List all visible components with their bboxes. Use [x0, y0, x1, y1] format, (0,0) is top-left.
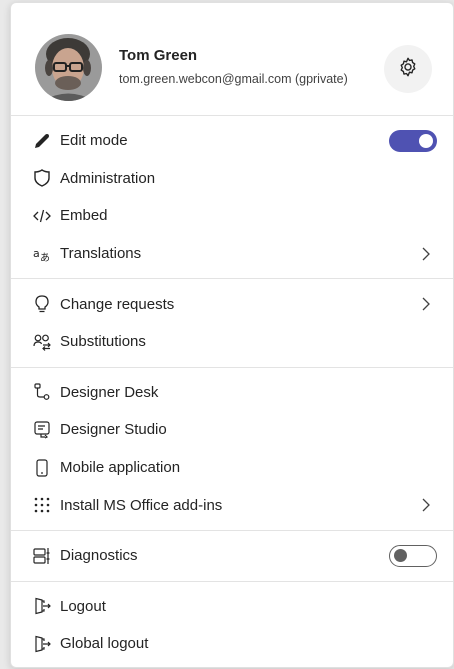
- logout-icon: [33, 597, 51, 615]
- gear-icon: [397, 56, 419, 83]
- edit-section: Edit mode Administration Embed aあ Transl…: [11, 116, 453, 278]
- apps-grid-icon: [33, 496, 51, 514]
- avatar: [35, 34, 102, 101]
- menu-item-substitutions[interactable]: Substitutions: [11, 323, 453, 361]
- chevron-right-icon: [421, 296, 431, 312]
- menu-item-label: Designer Desk: [60, 383, 159, 401]
- diagnostics-icon: [33, 547, 51, 565]
- menu-item-edit-mode[interactable]: Edit mode: [11, 122, 453, 160]
- shield-icon: [33, 169, 51, 188]
- menu-item-label: Designer Studio: [60, 421, 167, 439]
- diagnostics-toggle[interactable]: [389, 544, 437, 567]
- diagnostics-section: Diagnostics: [11, 531, 453, 581]
- studio-icon: [33, 421, 51, 439]
- chevron-right-icon: [421, 246, 431, 262]
- code-icon: [33, 207, 51, 225]
- menu-item-label: Edit mode: [60, 132, 128, 150]
- menu-item-label: Global logout: [60, 635, 149, 653]
- menu-item-translations[interactable]: aあ Translations: [11, 235, 453, 273]
- menu-item-label: Substitutions: [60, 333, 146, 351]
- menu-item-label: Embed: [60, 207, 108, 225]
- settings-button[interactable]: [384, 45, 432, 93]
- requests-section: Change requests Substitutions: [11, 279, 453, 366]
- menu-item-label: Change requests: [60, 295, 175, 313]
- apps-section: Designer Desk Designer Studio Mobile app…: [11, 368, 453, 530]
- menu-item-designer-studio[interactable]: Designer Studio: [11, 411, 453, 449]
- phone-icon: [33, 458, 51, 477]
- chevron-right-icon: [421, 497, 431, 513]
- user-menu: Tom Green tom.green.webcon@gmail.com (gp…: [10, 2, 454, 668]
- logout-section: Logout Global logout: [11, 582, 453, 669]
- flow-icon: [33, 383, 51, 401]
- edit-mode-toggle[interactable]: [389, 129, 437, 152]
- profile-header: Tom Green tom.green.webcon@gmail.com (gp…: [11, 3, 453, 115]
- menu-item-embed[interactable]: Embed: [11, 197, 453, 235]
- menu-item-diagnostics[interactable]: Diagnostics: [11, 537, 453, 575]
- menu-item-install-office-addins[interactable]: Install MS Office add-ins: [11, 486, 453, 524]
- menu-item-label: Logout: [60, 597, 106, 615]
- menu-item-administration[interactable]: Administration: [11, 160, 453, 198]
- menu-item-label: Translations: [60, 245, 142, 263]
- menu-item-label: Diagnostics: [60, 547, 138, 565]
- user-email: tom.green.webcon@gmail.com (gprivate): [119, 72, 348, 86]
- menu-item-mobile-application[interactable]: Mobile application: [11, 449, 453, 487]
- menu-item-label: Install MS Office add-ins: [60, 496, 223, 514]
- global-logout-icon: [33, 635, 51, 653]
- menu-item-label: Mobile application: [60, 459, 181, 477]
- menu-item-designer-desk[interactable]: Designer Desk: [11, 374, 453, 412]
- user-name: Tom Green: [119, 47, 198, 64]
- svg-text:a: a: [33, 247, 40, 260]
- lightbulb-icon: [33, 295, 51, 313]
- menu-item-logout[interactable]: Logout: [11, 588, 453, 626]
- menu-item-global-logout[interactable]: Global logout: [11, 625, 453, 663]
- translate-icon: aあ: [33, 245, 51, 263]
- menu-item-label: Administration: [60, 169, 156, 187]
- svg-text:あ: あ: [40, 252, 50, 263]
- pencil-icon: [33, 132, 51, 150]
- menu-item-change-requests[interactable]: Change requests: [11, 285, 453, 323]
- people-swap-icon: [33, 333, 51, 351]
